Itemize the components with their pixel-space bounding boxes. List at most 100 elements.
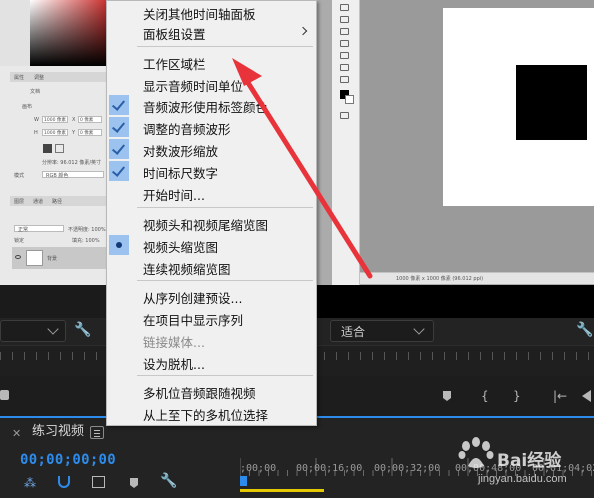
crop-tool-icon <box>340 40 349 47</box>
source-zoom-select[interactable] <box>0 320 66 342</box>
menu-item-label: 面板组设置 <box>143 27 206 42</box>
linked-selection-icon[interactable] <box>92 476 105 488</box>
menu-item-label: 工作区域栏 <box>143 57 206 72</box>
menu-separator <box>137 46 313 47</box>
ps-tab-paths: 路径 <box>52 199 63 205</box>
menu-item-gutter <box>109 183 129 203</box>
menu-separator <box>137 207 313 208</box>
ps-tab-channels: 通道 <box>33 199 44 205</box>
fit-select[interactable]: 适合 <box>330 320 434 342</box>
menu-item[interactable]: 工作区域栏 <box>107 51 316 73</box>
menu-item-label: 从序列创建预设... <box>143 291 243 306</box>
menu-item-label: 调整的音频波形 <box>143 122 231 137</box>
watermark-text: Bai经验 <box>497 451 562 471</box>
menu-item[interactable]: 视频头和视频尾缩览图 <box>107 212 316 234</box>
fit-select-value: 适合 <box>341 325 366 339</box>
timeline-context-menu: 关闭其他时间轴面板面板组设置工作区域栏 显示音频时间单位音频波形使用标签颜色 调整的… <box>106 0 317 426</box>
timeline-timecode[interactable]: 00;00;00;00 <box>20 452 116 468</box>
ps-tab-properties: 属性 <box>14 75 25 81</box>
menu-item-label: 链接媒体... <box>143 335 205 350</box>
ps-tab-adjustments: 调整 <box>34 75 45 81</box>
mark-out-icon[interactable]: } <box>513 389 521 403</box>
ps-black-square <box>516 65 587 140</box>
ps-x-label: X <box>72 117 76 123</box>
menu-item-label: 从上至下的多机位选择 <box>143 408 269 423</box>
ps-w-label: W <box>34 117 39 123</box>
ps-props-tabbar <box>10 72 107 82</box>
ps-swatch-gutter <box>0 0 30 66</box>
ps-layer-thumbnail <box>26 250 43 266</box>
menu-item-label: 设为脱机... <box>143 357 205 372</box>
menu-item-label: 视频头缩览图 <box>143 240 219 255</box>
ps-fill: 填充: 100% <box>72 238 100 244</box>
menu-item[interactable]: 从上至下的多机位选择 <box>107 402 316 424</box>
ruler-label-0: ;00;00 <box>240 463 277 474</box>
checkmark-icon <box>111 141 126 155</box>
menu-item-label: 开始时间... <box>143 188 205 203</box>
eyedropper-tool-icon <box>340 52 349 59</box>
timeline-tab-title[interactable]: 练习视频 <box>32 425 84 439</box>
ps-tab-layers: 图层 <box>14 199 25 205</box>
move-tool-icon <box>340 4 349 11</box>
mark-in-icon[interactable]: { <box>481 389 489 403</box>
menu-item-gutter <box>109 117 129 137</box>
checkmark-icon <box>111 163 126 177</box>
menu-item[interactable]: 显示音频时间单位 <box>107 73 316 95</box>
wrench-icon[interactable]: 🔧 <box>74 323 91 337</box>
wrench-icon-timeline[interactable]: 🔧 <box>160 474 177 488</box>
chevron-down-icon <box>413 323 425 335</box>
menu-item-label: 时间标尺数字 <box>143 166 219 181</box>
paw-logo-icon <box>458 437 494 468</box>
ps-opacity: 不透明度: 100% <box>68 227 106 233</box>
step-back-icon[interactable] <box>582 390 591 402</box>
menu-item[interactable]: 视频头缩览图 <box>107 234 316 256</box>
camera-icon[interactable] <box>0 390 9 400</box>
ps-resolution: 分辨率: 96.012 像素/英寸 <box>42 160 102 166</box>
menu-item[interactable]: 开始时间... <box>107 182 316 204</box>
menu-item[interactable]: 面板组设置 <box>107 21 316 43</box>
wrench-icon-right[interactable]: 🔧 <box>576 323 593 337</box>
menu-item[interactable]: 时间标尺数字 <box>107 160 316 182</box>
ps-layer-name: 背景 <box>47 256 58 262</box>
ps-doc-label: 文档 <box>30 89 41 95</box>
close-icon[interactable]: ✕ <box>12 427 21 441</box>
playhead-handle[interactable] <box>240 476 247 486</box>
menu-item-label: 视频头和视频尾缩览图 <box>143 218 269 233</box>
menu-item-label: 音频波形使用标签颜色 <box>143 100 269 115</box>
eraser-tool-icon <box>340 76 349 83</box>
ps-h-label: H <box>34 130 38 136</box>
ps-y-label: Y <box>72 130 76 136</box>
ps-orientation-icon-2 <box>55 144 64 153</box>
radio-dot-icon <box>116 242 122 248</box>
menu-item-gutter <box>109 213 129 233</box>
menu-item-gutter <box>109 139 129 159</box>
brush-tool-icon <box>340 64 349 71</box>
quick-mask-icon <box>340 112 349 119</box>
menu-item[interactable]: 多机位音频跟随视频 <box>107 380 316 402</box>
work-area-bar[interactable] <box>240 489 324 492</box>
menu-item[interactable]: 从序列创建预设... <box>107 285 316 307</box>
chevron-right-icon <box>298 26 308 36</box>
menu-item[interactable]: 设为脱机... <box>107 351 316 373</box>
snap-icon[interactable]: ⁂ <box>24 476 36 490</box>
menu-item[interactable]: 调整的音频波形 <box>107 116 316 138</box>
ps-mode-label: 模式 <box>14 173 25 179</box>
menu-item[interactable]: 对数波形缩放 <box>107 138 316 160</box>
menu-item[interactable]: 在项目中显示序列 <box>107 307 316 329</box>
checkmark-icon <box>111 97 126 111</box>
menu-item[interactable]: 连续视频缩览图 <box>107 256 316 278</box>
watermark-url: jingyan.baidu.com <box>478 473 567 485</box>
ps-status-bar: 1000 像素 x 1000 像素 (96.012 ppi) <box>360 272 594 284</box>
menu-item-gutter <box>109 22 129 42</box>
ps-height-value: 1000 像素 <box>44 131 66 136</box>
ps-lock-label: 锁定 <box>14 238 25 244</box>
menu-item-gutter <box>109 352 129 372</box>
magnet-icon[interactable] <box>58 476 70 488</box>
panel-menu-icon[interactable] <box>90 426 104 439</box>
menu-item[interactable]: 音频波形使用标签颜色 <box>107 94 316 116</box>
menu-item[interactable]: 关闭其他时间轴面板 <box>107 1 316 23</box>
menu-item: 链接媒体... <box>107 329 316 351</box>
ps-status-text: 1000 像素 x 1000 像素 (96.012 ppi) <box>396 276 484 282</box>
menu-item-label: 连续视频缩览图 <box>143 262 231 277</box>
go-to-in-icon[interactable]: |← <box>553 389 567 403</box>
